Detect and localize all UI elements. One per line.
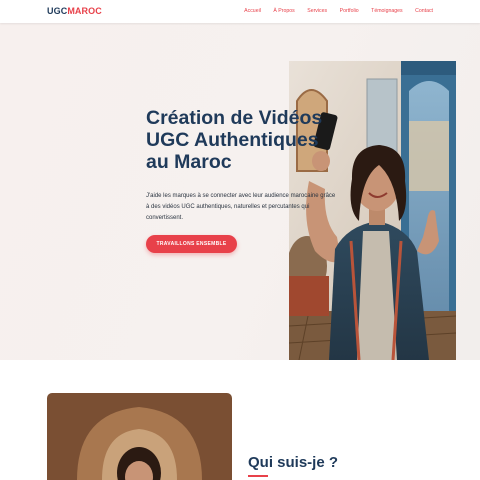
hero-section: Création de Vidéos UGC Authentiques au M… (0, 23, 480, 360)
nav-link-a-propos[interactable]: À Propos (273, 8, 294, 14)
logo-part-maroc: MAROC (67, 6, 102, 16)
about-photo (47, 393, 232, 480)
site-logo[interactable]: UGCMAROC (47, 6, 102, 16)
main-nav: Accueil À Propos Services Portfolio Témo… (232, 8, 433, 14)
nav-link-services[interactable]: Services (307, 8, 327, 14)
nav-link-temoignages[interactable]: Témoignages (371, 8, 402, 14)
site-header: UGCMAROC Accueil À Propos Services Portf… (0, 0, 480, 23)
nav-link-accueil[interactable]: Accueil (244, 8, 261, 14)
hero-title: Création de Vidéos UGC Authentiques au M… (146, 107, 323, 173)
about-title-underline (248, 475, 268, 477)
about-title: Qui suis-je ? (248, 454, 339, 471)
nav-link-portfolio[interactable]: Portfolio (340, 8, 359, 14)
nav-link-contact[interactable]: Contact (415, 8, 433, 14)
logo-part-ugc: UGC (47, 6, 68, 16)
hero-description: J'aide les marques à se connecter avec l… (146, 193, 336, 221)
work-together-button[interactable]: TRAVAILLONS ENSEMBLE (146, 235, 237, 253)
